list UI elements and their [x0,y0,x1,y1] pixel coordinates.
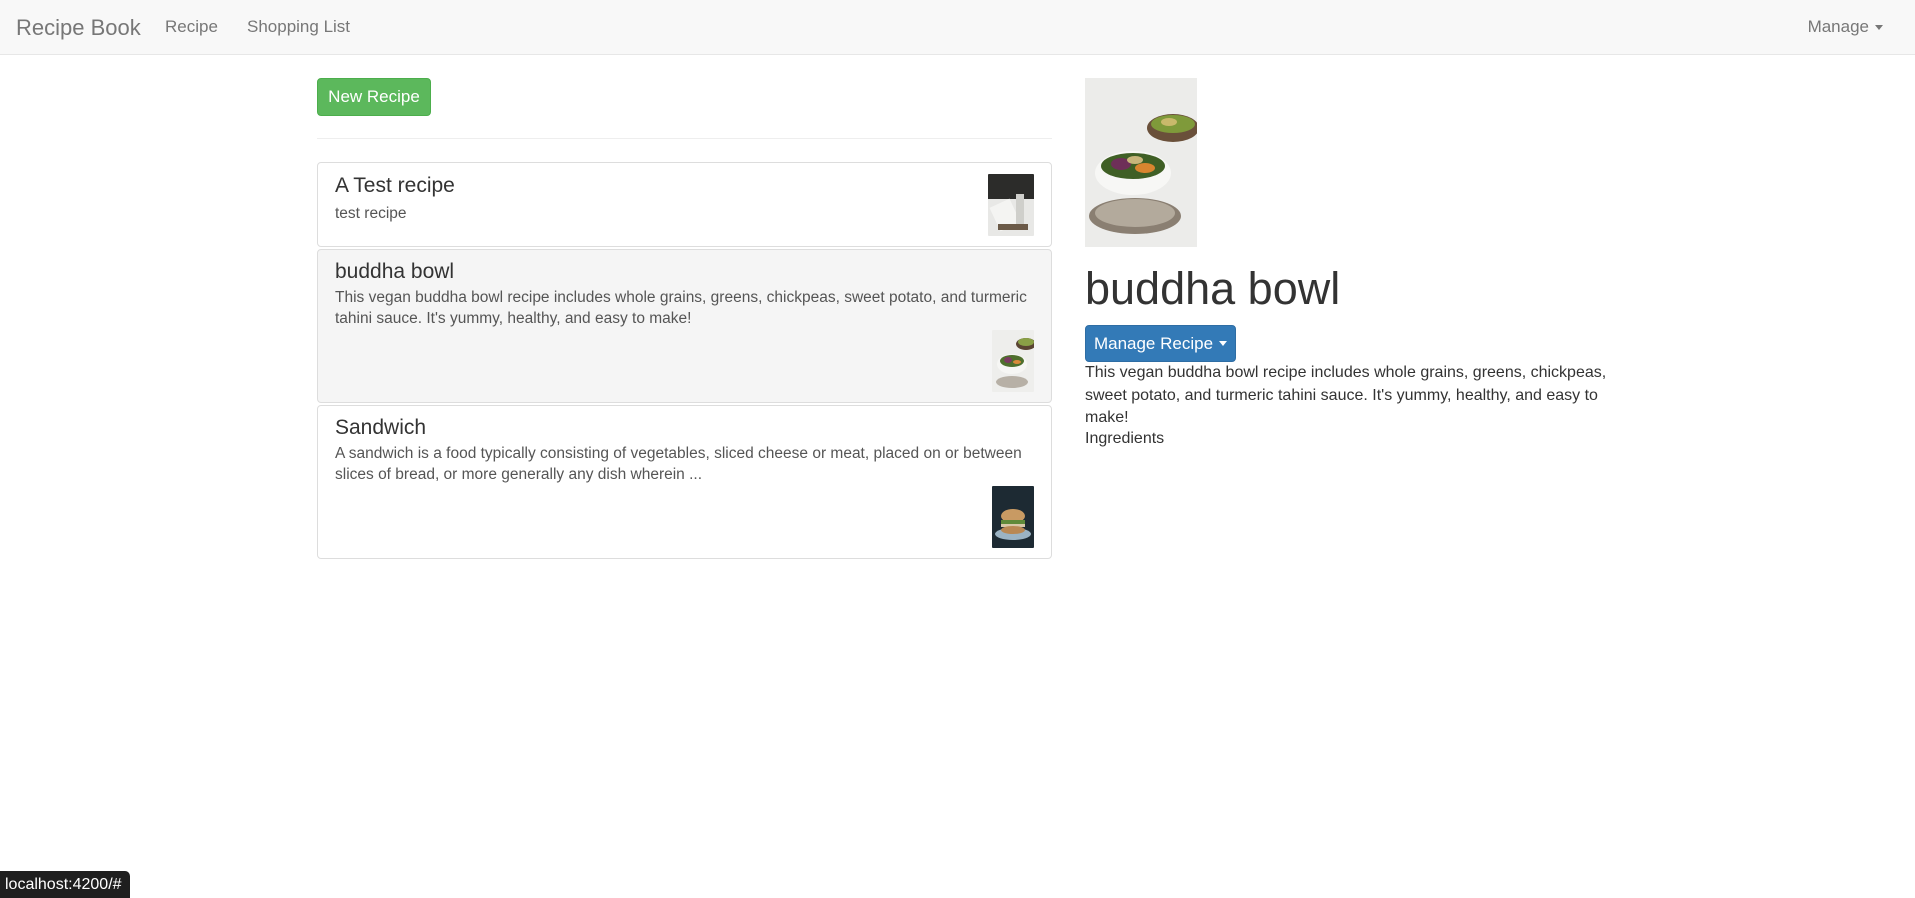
caret-down-icon [1219,341,1228,346]
manage-dropdown[interactable]: Manage [1808,17,1883,37]
new-recipe-button[interactable]: New Recipe [317,78,431,116]
recipe-detail-image [1085,78,1197,247]
manage-recipe-button-label: Manage Recipe [1093,333,1214,353]
recipe-list-item[interactable]: buddha bowl This vegan buddha bowl recip… [317,249,1052,403]
ingredients-label: Ingredients [1085,430,1165,447]
recipe-item-description: A sandwich is a food typically consistin… [335,445,1022,483]
recipe-detail-description: This vegan buddha bowl recipe includes w… [1085,364,1607,426]
caret-down-icon [1875,24,1883,30]
recipe-item-title: A Test recipe [335,174,455,197]
recipe-list-item[interactable]: A Test recipe test recipe [317,162,1052,247]
browser-status-url: localhost:4200/# [0,871,130,898]
recipe-list-item[interactable]: Sandwich A sandwich is a food typically … [317,405,1052,559]
divider [317,138,1052,139]
brand-link[interactable]: Recipe Book [16,15,141,41]
manage-dropdown-label: Manage [1807,17,1869,36]
nav-recipe-link[interactable]: Recipe [165,17,218,37]
navbar: Recipe Book Recipe Shopping List Manage [0,0,1915,55]
recipe-item-description: test recipe [335,205,407,222]
recipe-thumbnail-image [992,330,1034,392]
recipe-item-description: This vegan buddha bowl recipe includes w… [335,289,1027,327]
recipe-item-title: buddha bowl [335,260,455,283]
recipe-list: A Test recipe test recipe buddha bowl Th… [317,162,1052,561]
recipe-thumbnail-image [988,174,1034,236]
recipe-thumbnail-image [992,486,1034,548]
recipe-item-title: Sandwich [335,416,427,439]
nav-shopping-list-link[interactable]: Shopping List [247,17,350,37]
manage-recipe-button[interactable]: Manage Recipe [1085,325,1236,362]
recipe-detail-title: buddha bowl [1085,263,1341,314]
